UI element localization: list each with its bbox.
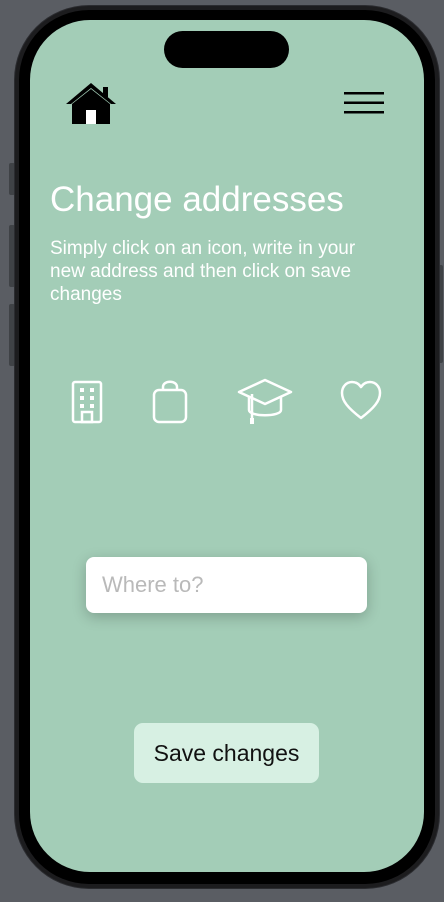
save-changes-button[interactable]: Save changes bbox=[134, 723, 319, 783]
page-instructions: Simply click on an icon, write in your n… bbox=[50, 238, 356, 305]
hamburger-menu-icon[interactable] bbox=[344, 90, 386, 116]
building-icon[interactable] bbox=[70, 374, 104, 424]
house-icon[interactable] bbox=[66, 80, 116, 126]
dynamic-island bbox=[164, 31, 289, 68]
heart-icon[interactable] bbox=[340, 374, 382, 424]
shopping-bag-icon[interactable] bbox=[151, 374, 189, 424]
page-title: Change addresses bbox=[50, 180, 344, 219]
address-search-box bbox=[86, 557, 367, 613]
app-screen: Change addresses Simply click on an icon… bbox=[30, 20, 424, 872]
graduation-cap-icon[interactable] bbox=[237, 374, 293, 424]
address-input[interactable] bbox=[86, 557, 367, 613]
